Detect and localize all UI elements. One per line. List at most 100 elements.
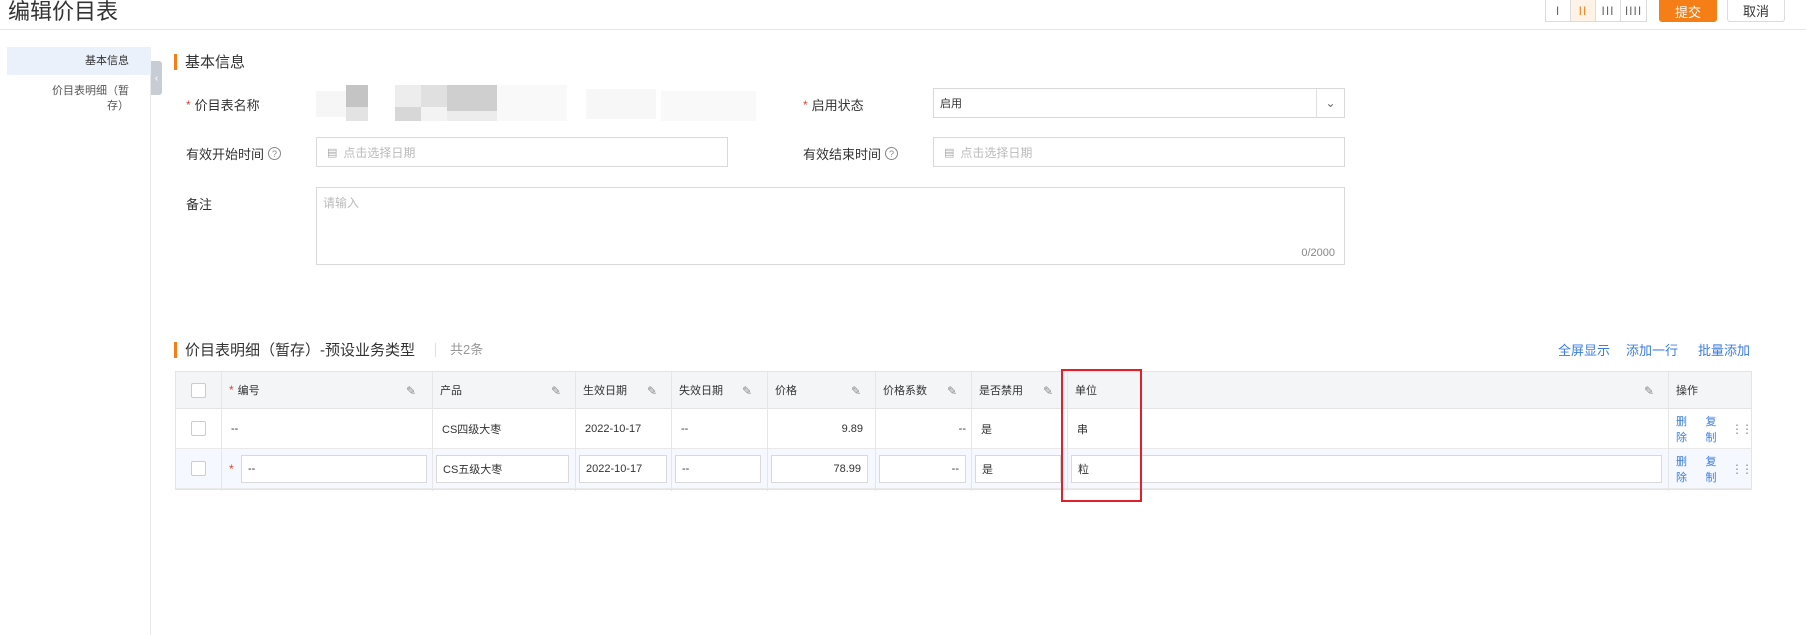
sidenav-item-label-line1: 价目表明细（暂 <box>52 85 129 97</box>
label-text: 价目表名称 <box>194 98 260 113</box>
side-anchor-nav: 基本信息 价目表明细（暂 存） <box>0 47 151 635</box>
cancel-button[interactable]: 取消 <box>1727 0 1785 22</box>
status-label: * 启用状态 <box>803 95 864 114</box>
column-divider <box>971 372 972 491</box>
required-asterisk: * <box>229 461 234 476</box>
delete-row-button[interactable]: 删除 <box>1676 453 1696 485</box>
section-marker <box>174 53 177 70</box>
column-divider <box>432 372 433 491</box>
copy-row-button[interactable]: 复制 <box>1706 453 1726 485</box>
pencil-icon[interactable]: ✎ <box>1644 372 1654 409</box>
remark-counter: 0/2000 <box>1301 247 1335 259</box>
date-placeholder: 点击选择日期 <box>343 145 416 160</box>
pencil-icon[interactable]: ✎ <box>406 372 416 409</box>
product-input[interactable]: CS五级大枣 <box>436 455 569 483</box>
column-header-disabled: 是否禁用 <box>979 385 1023 397</box>
cell-effective-date: 2022-10-17 <box>585 422 642 435</box>
sidenav-item-label-line2: 存） <box>107 100 129 112</box>
question-circle-icon[interactable]: ? <box>268 147 282 160</box>
pencil-icon[interactable]: ✎ <box>742 372 752 409</box>
column-header-code: * 编号 <box>229 372 260 408</box>
fullscreen-button[interactable]: 全屏显示 <box>1558 340 1610 359</box>
cell-disabled: 是 <box>981 423 992 436</box>
disabled-select[interactable]: 是 <box>975 455 1061 483</box>
pencil-icon[interactable]: ✎ <box>851 372 861 409</box>
price-input[interactable]: 78.99 <box>771 455 868 483</box>
column-divider <box>575 372 576 491</box>
page-title: 编辑价目表 <box>8 0 119 24</box>
sidenav-item-price-detail[interactable]: 价目表明细（暂 存） <box>7 84 151 114</box>
row-count: 共2条 <box>435 342 483 357</box>
batch-add-button[interactable]: 批量添加 <box>1698 340 1750 359</box>
delete-row-button[interactable]: 删除 <box>1676 413 1696 445</box>
expiry-date-input[interactable]: -- <box>675 455 761 483</box>
pencil-icon[interactable]: ✎ <box>947 372 957 409</box>
remark-label: 备注 <box>186 194 212 213</box>
end-time-label: 有效结束时间 ? <box>803 144 899 163</box>
column-header-operation: 操作 <box>1676 385 1698 397</box>
pencil-icon[interactable]: ✎ <box>551 372 561 409</box>
chevron-down-icon[interactable]: ⌄ <box>1316 89 1344 117</box>
code-input[interactable]: -- <box>241 455 427 483</box>
layout-three-column-button[interactable]: III <box>1596 0 1621 21</box>
column-header-price-factor: 价格系数 <box>883 385 927 397</box>
label-text: 有效结束时间 <box>803 147 882 162</box>
layout-four-column-button[interactable]: IIII <box>1621 0 1646 21</box>
section-title-text: 价目表明细（暂存）-预设业务类型 <box>185 342 415 359</box>
column-divider <box>875 372 876 491</box>
drag-handle-icon[interactable]: ⋮⋮ <box>1731 462 1753 476</box>
required-asterisk: * <box>803 97 808 112</box>
effective-date-input[interactable]: 2022-10-17 <box>579 455 667 483</box>
label-text: 启用状态 <box>811 98 864 113</box>
label-text: 有效开始时间 <box>186 147 265 162</box>
layout-two-column-button[interactable]: II <box>1571 0 1596 21</box>
column-divider <box>1668 372 1669 491</box>
copy-row-button[interactable]: 复制 <box>1706 413 1726 445</box>
row-checkbox[interactable] <box>191 449 206 488</box>
price-list-name-field[interactable] <box>316 85 756 121</box>
cell-price-factor: -- <box>958 422 966 435</box>
section-marker <box>174 341 177 358</box>
question-circle-icon[interactable]: ? <box>885 147 899 160</box>
row-checkbox[interactable] <box>191 409 206 448</box>
price-factor-input[interactable]: -- <box>879 455 966 483</box>
column-header-price: 价格 <box>775 385 797 397</box>
required-asterisk: * <box>186 97 191 112</box>
basic-info-section-title: 基本信息 <box>174 51 245 72</box>
unit-input[interactable]: 粒 <box>1071 455 1662 483</box>
cell-expiry-date: -- <box>681 422 689 435</box>
column-header-expiry-date: 失效日期 <box>679 385 723 397</box>
chevron-left-icon[interactable]: ‹ <box>151 61 162 95</box>
sidenav-item-basic-info[interactable]: 基本信息 <box>7 47 151 75</box>
end-date-picker[interactable]: ▤ 点击选择日期 <box>933 137 1345 167</box>
unit-column-highlight <box>1061 369 1142 502</box>
remark-textarea[interactable]: 请输入 0/2000 <box>316 187 1345 265</box>
cell-price: 9.89 <box>841 422 863 435</box>
cell-code: -- <box>231 422 239 435</box>
cell-operation: 删除 复制 ⋮⋮ <box>1676 449 1753 488</box>
calendar-icon: ▤ <box>944 146 955 159</box>
status-select[interactable]: 启用 ⌄ <box>933 88 1345 118</box>
cell-product: CS四级大枣 <box>442 423 502 436</box>
select-all-checkbox[interactable] <box>191 372 206 408</box>
required-asterisk: * <box>229 383 234 397</box>
column-header-product: 产品 <box>440 385 462 397</box>
layout-switch: I II III IIII <box>1545 0 1647 22</box>
pencil-icon[interactable]: ✎ <box>647 372 657 409</box>
column-divider <box>671 372 672 491</box>
column-divider <box>221 372 222 491</box>
column-divider <box>767 372 768 491</box>
calendar-icon: ▤ <box>327 146 338 159</box>
pencil-icon[interactable]: ✎ <box>1043 372 1053 409</box>
header-text: 编号 <box>237 385 260 397</box>
add-row-button[interactable]: 添加一行 <box>1626 340 1678 359</box>
start-time-label: 有效开始时间 ? <box>186 144 282 163</box>
layout-one-column-button[interactable]: I <box>1546 0 1571 21</box>
drag-handle-icon[interactable]: ⋮⋮ <box>1731 422 1753 436</box>
section-title-text: 基本信息 <box>185 54 246 71</box>
start-date-picker[interactable]: ▤ 点击选择日期 <box>316 137 728 167</box>
cell-operation: 删除 复制 ⋮⋮ <box>1676 409 1753 448</box>
submit-button[interactable]: 提交 <box>1659 0 1717 22</box>
price-list-name-label: * 价目表名称 <box>186 95 260 114</box>
detail-section-title: 价目表明细（暂存）-预设业务类型 共2条 <box>174 339 483 360</box>
